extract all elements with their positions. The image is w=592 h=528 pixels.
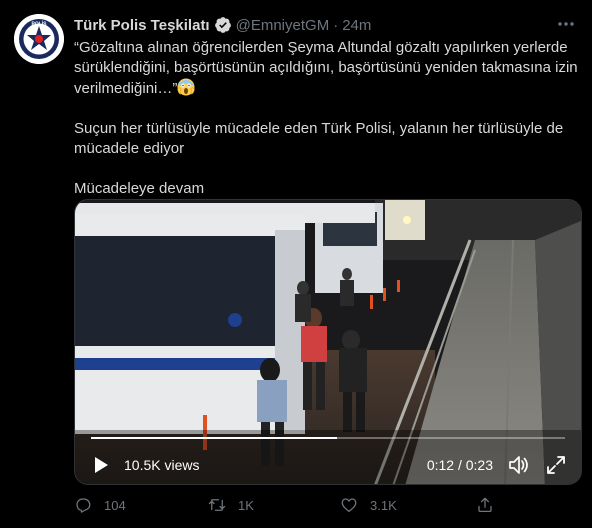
police-logo: POLİS — [14, 14, 64, 64]
video-thumbnail — [75, 200, 581, 484]
reply-button[interactable]: 104 — [74, 496, 126, 514]
tweet-text: “Gözaltına alınan öğrencilerden Şeyma Al… — [74, 38, 580, 199]
tweet-paragraph: “Gözaltına alınan öğrencilerden Şeyma Al… — [74, 38, 580, 99]
expand-icon[interactable] — [545, 454, 567, 476]
share-button[interactable] — [476, 496, 506, 514]
screaming-face-emoji — [177, 78, 196, 96]
like-button[interactable]: 3.1K — [340, 496, 397, 514]
video-progress-bar[interactable] — [91, 437, 565, 439]
author-name[interactable]: Türk Polis Teşkilatı — [74, 17, 210, 34]
avatar[interactable]: POLİS — [14, 14, 64, 64]
tweet[interactable]: POLİS Türk Polis Teşkilatı @EmniyetGM · … — [0, 0, 592, 528]
view-count: 10.5K views — [124, 457, 200, 473]
video-player[interactable]: 10.5K views 0:12 / 0:23 — [74, 199, 582, 485]
tweet-time[interactable]: 24m — [342, 17, 371, 34]
retweet-icon — [208, 499, 226, 511]
retweet-count: 1K — [238, 497, 254, 513]
reply-icon — [76, 498, 91, 513]
share-icon — [478, 497, 492, 513]
play-icon[interactable] — [91, 455, 111, 475]
retweet-button[interactable]: 1K — [208, 496, 254, 514]
author-handle[interactable]: @EmniyetGM — [236, 17, 330, 34]
video-controls: 10.5K views 0:12 / 0:23 — [75, 450, 581, 480]
video-progress-fill — [91, 437, 338, 439]
tweet-paragraph: Suçun her türlüsüyle mücadele eden Türk … — [74, 120, 564, 157]
like-count: 3.1K — [370, 497, 397, 513]
tweet-quote: “Gözaltına alınan öğrencilerden Şeyma Al… — [74, 39, 578, 97]
tweet-paragraph: Mücadeleye devam — [74, 180, 205, 197]
volume-icon[interactable] — [507, 454, 531, 476]
separator-dot: · — [333, 16, 339, 34]
tweet-actions: 104 1K 3.1K — [74, 496, 580, 518]
more-icon[interactable] — [554, 14, 578, 34]
video-timecode: 0:12 / 0:23 — [426, 457, 493, 473]
reply-count: 104 — [104, 497, 126, 513]
verified-badge-icon — [214, 17, 231, 33]
like-icon — [341, 498, 357, 513]
tweet-header: Türk Polis Teşkilatı @EmniyetGM · 24m — [74, 15, 371, 35]
avatar-text: POLİS — [31, 21, 47, 28]
